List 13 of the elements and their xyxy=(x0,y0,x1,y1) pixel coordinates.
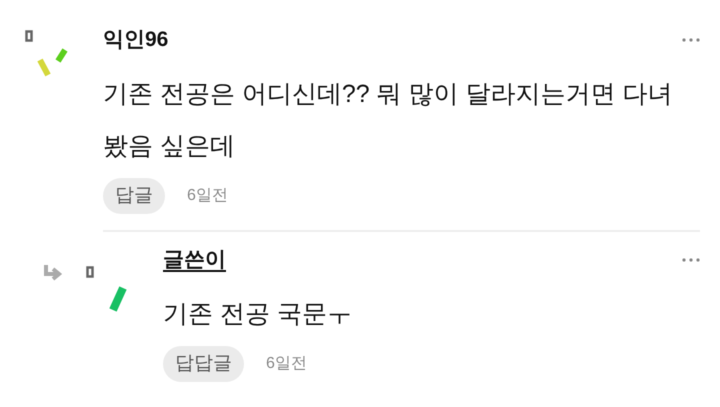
comment-text: 기존 전공은 어디신데?? 뭐 많이 달라지는거면 다녀봤음 싶은데 xyxy=(103,79,674,162)
reply-button[interactable]: 답글 xyxy=(103,178,165,214)
author-name[interactable]: 익인96 xyxy=(103,24,168,56)
time-label: 6일전 xyxy=(266,354,307,374)
comment-text: 기존 전공 국문ㅜ xyxy=(163,299,353,330)
time-label: 6일전 xyxy=(187,186,228,206)
author-name[interactable]: 글쓴이 xyxy=(163,244,226,276)
broken-image-icon xyxy=(25,30,33,42)
reply-button[interactable]: 답답글 xyxy=(163,346,244,382)
broken-image-icon xyxy=(86,266,94,278)
reply-arrow-icon xyxy=(43,265,63,281)
more-icon[interactable] xyxy=(682,38,700,42)
more-icon[interactable] xyxy=(682,258,700,262)
